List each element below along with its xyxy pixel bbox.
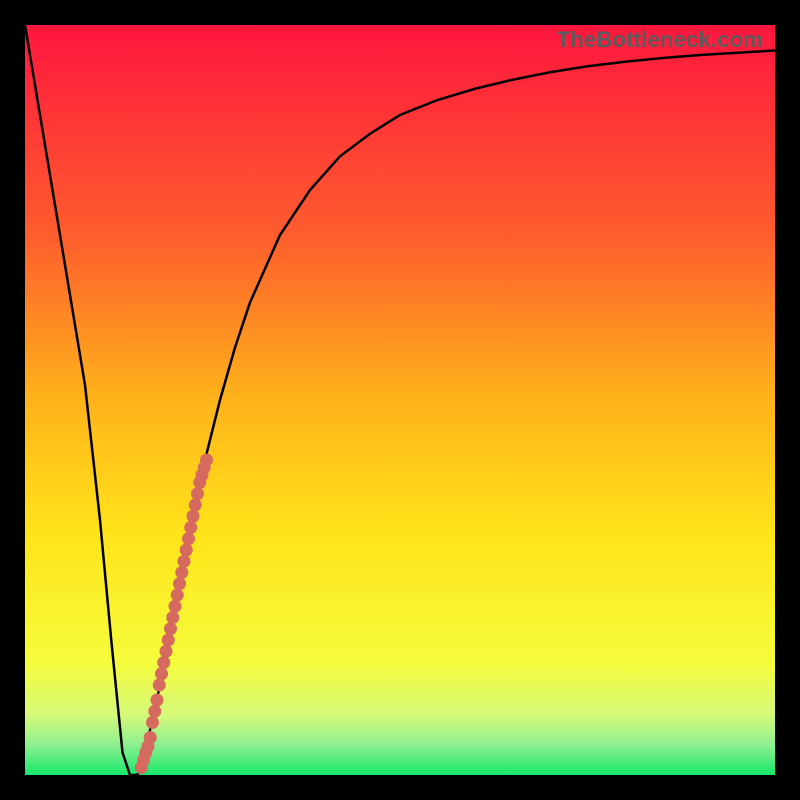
data-point	[184, 521, 197, 534]
data-point	[175, 566, 188, 579]
data-point	[153, 679, 166, 692]
data-point	[171, 589, 184, 602]
data-point	[162, 634, 175, 647]
data-point	[189, 499, 202, 512]
data-point	[169, 600, 182, 613]
plot-area: TheBottleneck.com	[25, 25, 775, 775]
data-point	[166, 611, 179, 624]
data-point	[191, 487, 204, 500]
chart-svg	[25, 25, 775, 775]
data-point	[146, 716, 159, 729]
data-point	[187, 510, 200, 523]
data-point	[178, 555, 191, 568]
data-point	[182, 532, 195, 545]
data-point	[160, 645, 173, 658]
data-point	[151, 694, 164, 707]
data-point	[200, 454, 213, 467]
data-point	[157, 656, 170, 669]
data-point	[144, 731, 157, 744]
data-point	[180, 544, 193, 557]
data-point	[148, 705, 161, 718]
data-point	[164, 622, 177, 635]
data-point	[173, 577, 186, 590]
chart-frame: TheBottleneck.com	[0, 0, 800, 800]
data-point	[155, 667, 168, 680]
watermark-label: TheBottleneck.com	[557, 27, 763, 53]
gradient-background	[25, 25, 775, 775]
